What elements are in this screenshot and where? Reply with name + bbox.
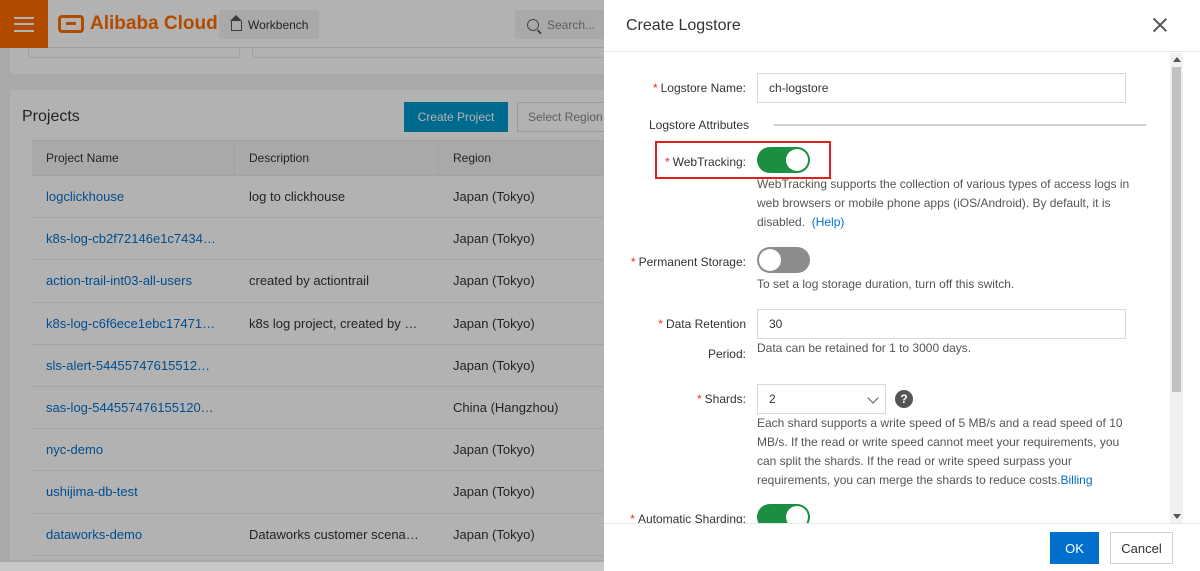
drawer-scrollbar[interactable]	[1170, 53, 1183, 523]
toggle-knob	[786, 149, 808, 171]
cancel-button[interactable]: Cancel	[1110, 532, 1173, 564]
shards-select[interactable]: 2	[757, 384, 886, 414]
horizontal-scrollbar[interactable]	[0, 562, 604, 571]
webtracking-help-text: WebTracking supports the collection of v…	[757, 177, 1130, 229]
required-asterisk: *	[630, 512, 635, 523]
billing-link[interactable]: Billing	[1061, 473, 1093, 487]
drawer-footer: OK Cancel	[604, 523, 1200, 571]
modal-overlay[interactable]	[0, 0, 604, 571]
shards-help-text: Each shard supports a write speed of 5 M…	[757, 416, 1123, 487]
toggle-knob	[759, 249, 781, 271]
webtracking-toggle[interactable]	[757, 147, 810, 173]
automatic-sharding-label: * Automatic Sharding:	[604, 512, 746, 523]
help-link[interactable]: (Help)	[812, 215, 845, 229]
data-retention-input[interactable]: 30	[757, 309, 1126, 339]
required-asterisk: *	[696, 392, 702, 406]
logstore-attributes-heading: Logstore Attributes	[649, 118, 750, 132]
ok-button[interactable]: OK	[1050, 532, 1099, 564]
scroll-down-arrow-icon[interactable]	[1173, 514, 1181, 519]
automatic-sharding-toggle[interactable]	[757, 504, 810, 523]
drawer-header: Create Logstore	[604, 0, 1200, 52]
data-retention-label-period: Period:	[707, 347, 746, 361]
scroll-up-arrow-icon[interactable]	[1173, 57, 1181, 62]
section-divider	[774, 124, 1146, 126]
required-asterisk: *	[630, 255, 636, 269]
webtracking-label: * WebTracking:	[664, 155, 746, 169]
data-retention-label: * Data Retention	[658, 317, 746, 331]
drawer-title: Create Logstore	[626, 17, 741, 34]
permanent-storage-label: * Permanent Storage:	[630, 255, 746, 269]
data-retention-help-text: Data can be retained for 1 to 3000 days.	[757, 341, 972, 355]
required-asterisk: *	[664, 155, 670, 169]
required-asterisk: *	[658, 317, 663, 331]
scrollbar-thumb[interactable]	[1172, 67, 1181, 392]
permanent-storage-toggle[interactable]	[757, 247, 810, 273]
drawer-form: * Logstore Name: ch-logstore Logstore Att…	[604, 53, 1170, 523]
logstore-name-label: * Logstore Name:	[652, 81, 746, 95]
question-icon[interactable]: ?	[895, 390, 913, 408]
permanent-storage-help-text: To set a log storage duration, turn off …	[757, 277, 1015, 291]
toggle-knob	[786, 506, 808, 523]
chevron-down-icon	[867, 392, 879, 404]
shards-value: 2	[769, 392, 776, 406]
close-icon[interactable]	[1151, 16, 1169, 34]
required-asterisk: *	[652, 81, 658, 95]
shards-label: * Shards:	[696, 392, 746, 406]
create-logstore-drawer: Create Logstore * Logstore Name: ch-logst…	[604, 0, 1200, 571]
logstore-name-input[interactable]: ch-logstore	[757, 73, 1126, 103]
